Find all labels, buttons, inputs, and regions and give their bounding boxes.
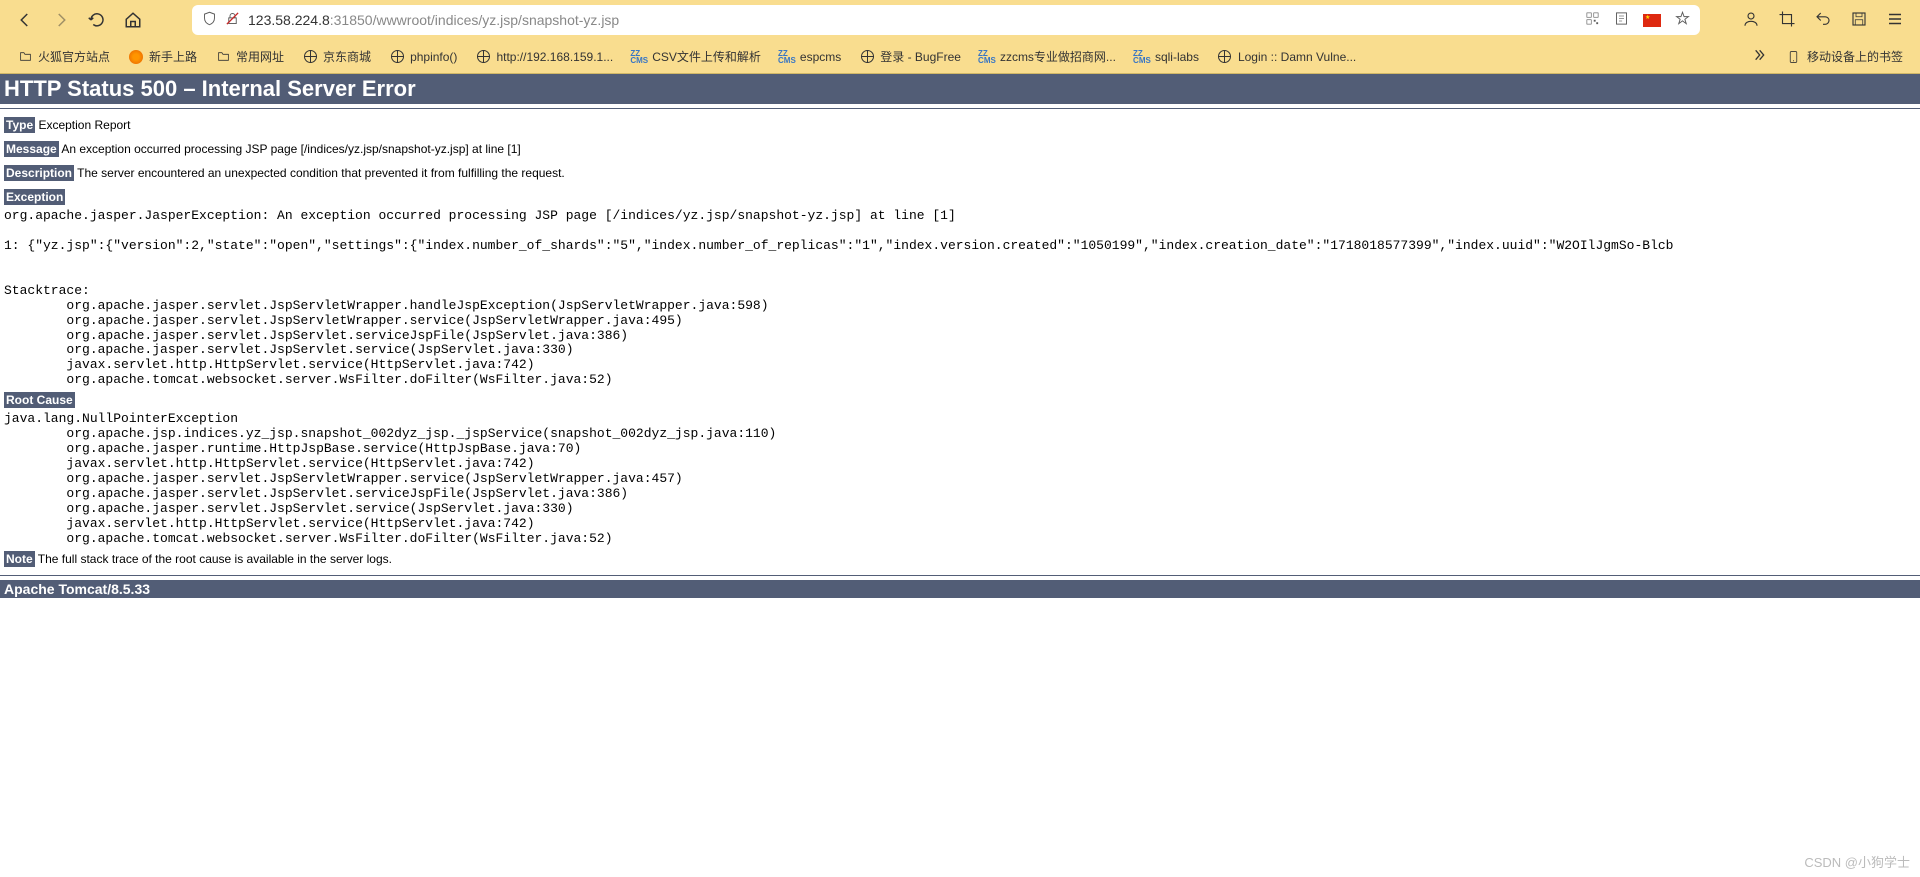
exception-heading: Exception <box>0 185 1920 209</box>
root-cause-label: Root Cause <box>4 392 75 408</box>
bookmark-item[interactable]: 登录 - BugFree <box>852 45 968 68</box>
folder-icon <box>17 49 33 65</box>
message-label: Message <box>4 141 59 157</box>
message-line: Message An exception occurred processing… <box>0 137 1920 161</box>
lock-insecure-icon[interactable] <box>225 11 240 29</box>
bookmark-label: phpinfo() <box>410 50 457 64</box>
save-page-icon[interactable] <box>1850 10 1868 31</box>
bookmark-label: 登录 - BugFree <box>880 48 961 65</box>
zz-icon: ZZCMS <box>1134 49 1150 65</box>
type-value: Exception Report <box>35 118 130 132</box>
undo-ext-icon[interactable] <box>1814 10 1832 31</box>
bookmark-label: CSV文件上传和解析 <box>652 48 761 65</box>
description-label: Description <box>4 165 74 181</box>
bookmark-item[interactable]: 常用网址 <box>208 45 291 68</box>
reload-button[interactable] <box>88 11 106 29</box>
divider <box>0 108 1920 109</box>
zz-icon: ZZCMS <box>979 49 995 65</box>
bookmark-item[interactable]: http://192.168.159.1... <box>468 46 620 68</box>
url-right-icons <box>1585 11 1690 29</box>
watermark: CSDN @小狗学士 <box>1804 852 1910 871</box>
bookmark-label: zzcms专业做招商网... <box>1000 48 1116 65</box>
nav-button-group <box>8 11 150 29</box>
mobile-icon <box>1786 49 1802 65</box>
bookmark-item[interactable]: 京东商城 <box>295 45 378 68</box>
bookmarks-overflow: 移动设备上的书签 <box>1751 45 1910 68</box>
home-button[interactable] <box>124 11 142 29</box>
globe-icon <box>389 49 405 65</box>
bookmark-label: 京东商城 <box>323 48 371 65</box>
crop-icon[interactable] <box>1778 10 1796 31</box>
divider <box>0 575 1920 576</box>
globe-icon <box>475 49 491 65</box>
description-line: Description The server encountered an un… <box>0 161 1920 185</box>
page-title: HTTP Status 500 – Internal Server Error <box>0 74 1920 104</box>
back-button[interactable] <box>16 11 34 29</box>
bookmark-label: 新手上路 <box>149 48 197 65</box>
globe-icon <box>302 49 318 65</box>
bookmark-label: 常用网址 <box>236 48 284 65</box>
note-label: Note <box>4 551 35 567</box>
bookmark-star-icon[interactable] <box>1675 11 1690 29</box>
exception-label: Exception <box>4 189 65 205</box>
bookmark-item[interactable]: 火狐官方站点 <box>10 45 117 68</box>
root-cause-heading: Root Cause <box>0 388 1920 412</box>
bookmark-item[interactable]: ZZCMS espcms <box>772 46 848 68</box>
url-bar[interactable]: 123.58.224.8:31850/wwwroot/indices/yz.js… <box>192 5 1700 35</box>
message-value: An exception occurred processing JSP pag… <box>59 142 521 156</box>
root-cause-stacktrace: java.lang.NullPointerException org.apach… <box>0 412 1920 546</box>
zz-icon: ZZCMS <box>779 49 795 65</box>
bookmark-label: 火狐官方站点 <box>38 48 110 65</box>
type-line: Type Exception Report <box>0 113 1920 137</box>
exception-stacktrace: org.apache.jasper.JasperException: An ex… <box>0 209 1920 388</box>
globe-icon <box>859 49 875 65</box>
folder-icon <box>215 49 231 65</box>
url-text[interactable]: 123.58.224.8:31850/wwwroot/indices/yz.js… <box>248 12 1577 28</box>
note-value: The full stack trace of the root cause i… <box>35 552 392 566</box>
bookmark-item[interactable]: ZZCMS zzcms专业做招商网... <box>972 45 1123 68</box>
bookmark-label: Login :: Damn Vulne... <box>1238 50 1356 64</box>
globe-icon <box>1217 49 1233 65</box>
note-line: Note The full stack trace of the root ca… <box>0 547 1920 571</box>
forward-button[interactable] <box>52 11 70 29</box>
bookmarks-bar: 火狐官方站点 新手上路 常用网址 京东商城 phpinfo() http://192.16… <box>0 40 1920 74</box>
flag-cn-icon[interactable] <box>1643 14 1661 27</box>
mobile-bookmarks-label: 移动设备上的书签 <box>1807 48 1903 65</box>
bookmark-item[interactable]: ZZCMS sqli-labs <box>1127 46 1206 68</box>
browser-toolbar: 123.58.224.8:31850/wwwroot/indices/yz.js… <box>0 0 1920 40</box>
bookmark-item[interactable]: 新手上路 <box>121 45 204 68</box>
reader-mode-icon[interactable] <box>1614 11 1629 29</box>
bookmark-item[interactable]: phpinfo() <box>382 46 464 68</box>
bookmark-item[interactable]: Login :: Damn Vulne... <box>1210 46 1363 68</box>
menu-icon[interactable] <box>1886 10 1904 31</box>
bookmark-label: sqli-labs <box>1155 50 1199 64</box>
right-toolbar-group <box>1742 10 1912 31</box>
zz-icon: ZZCMS <box>631 49 647 65</box>
account-icon[interactable] <box>1742 10 1760 31</box>
shield-icon[interactable] <box>202 11 217 29</box>
page-content: HTTP Status 500 – Internal Server Error … <box>0 74 1920 598</box>
server-footer: Apache Tomcat/8.5.33 <box>0 580 1920 598</box>
bookmark-label: http://192.168.159.1... <box>496 50 613 64</box>
mobile-bookmarks-button[interactable]: 移动设备上的书签 <box>1779 45 1910 68</box>
firefox-icon <box>128 49 144 65</box>
description-value: The server encountered an unexpected con… <box>74 166 565 180</box>
qr-icon[interactable] <box>1585 11 1600 29</box>
bookmark-item[interactable]: ZZCMS CSV文件上传和解析 <box>624 45 768 68</box>
overflow-chevrons-icon[interactable] <box>1751 47 1767 66</box>
bookmark-label: espcms <box>800 50 841 64</box>
type-label: Type <box>4 117 35 133</box>
